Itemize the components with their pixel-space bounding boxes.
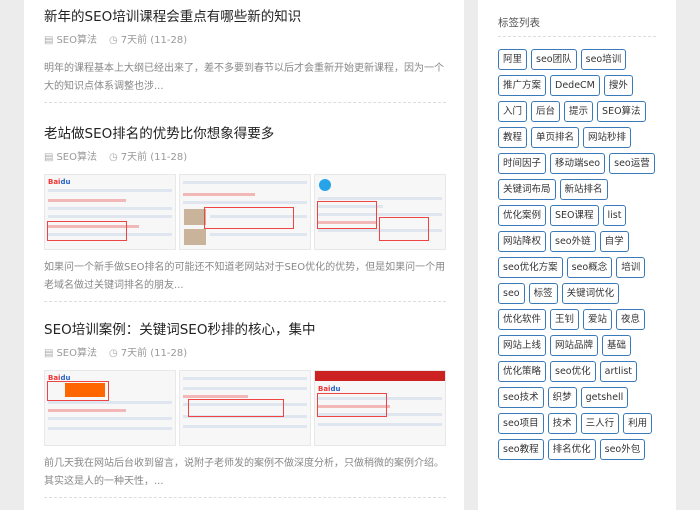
sidebar: 标签列表 阿里 seo团队 seo培训 推广方案 DedeCM 搜外 入门 后台 提示 SEO算法… [478, 0, 676, 510]
tag-link[interactable]: 标签 [528, 283, 558, 304]
tag-link[interactable]: seo [498, 283, 525, 304]
tag-link[interactable]: 新站排名 [559, 179, 608, 200]
divider [44, 301, 446, 302]
folder-icon: ▤ [44, 152, 54, 163]
tag-link[interactable]: 利用 [623, 413, 653, 434]
post-meta: ▤ SEO算法 ◷ 7天前 (11-28) [44, 35, 446, 47]
tag-link[interactable]: 优化案例 [498, 205, 547, 226]
tag-link[interactable]: DedeCM [550, 75, 600, 96]
tag-link[interactable]: 技术 [547, 413, 577, 434]
post-title[interactable]: SEO培训案例：关键词SEO秒排的核心，集中 [44, 321, 446, 339]
divider [44, 497, 446, 498]
thumbnail-image[interactable] [179, 174, 311, 250]
post-excerpt: 明年的课程基本上大纲已经出来了，差不多要到春节以后才会重新开始更新课程，因为一个… [44, 63, 444, 92]
clock-icon: ◷ [109, 348, 118, 359]
tag-link[interactable]: 培训 [616, 257, 646, 278]
thumbnail-image[interactable] [179, 370, 311, 446]
tag-link[interactable]: 三人行 [580, 413, 620, 434]
clock-icon: ◷ [109, 152, 118, 163]
tag-link[interactable]: seo教程 [498, 439, 544, 460]
thumbnail-image[interactable]: Baidu [44, 370, 176, 446]
post-thumbnails: Baidu [44, 174, 446, 250]
tag-link[interactable]: seo运营 [609, 153, 655, 174]
tag-link[interactable]: seo概念 [566, 257, 613, 278]
divider [44, 102, 446, 103]
tag-link[interactable]: 搜外 [603, 75, 633, 96]
tag-link[interactable]: getshell [580, 387, 629, 408]
tag-link[interactable]: seo优化 [550, 361, 596, 382]
tag-link[interactable]: seo团队 [531, 49, 577, 70]
post-category[interactable]: SEO算法 [56, 152, 97, 164]
tag-link[interactable]: SEO课程 [550, 205, 599, 226]
tag-link[interactable]: 网站品牌 [550, 335, 599, 356]
thumbnail-image[interactable]: Baidu [44, 174, 176, 250]
tag-link[interactable]: 优化策略 [498, 361, 547, 382]
post-excerpt: 如果问一个新手做SEO排名的可能还不知道老网站对于SEO优化的优势，但是如果问一… [44, 262, 446, 291]
tag-list-title: 标签列表 [498, 17, 540, 29]
tag-link[interactable]: 后台 [531, 101, 561, 122]
post-title[interactable]: 老站做SEO排名的优势比你想象得要多 [44, 125, 446, 143]
tag-link[interactable]: 关键词布局 [498, 179, 556, 200]
clock-icon: ◷ [109, 35, 118, 46]
tag-link[interactable]: 排名优化 [547, 439, 596, 460]
tag-link[interactable]: 阿里 [498, 49, 528, 70]
tag-link[interactable]: 优化软件 [498, 309, 547, 330]
tag-link[interactable]: 移动端seo [550, 153, 606, 174]
tag-link[interactable]: list [602, 205, 627, 226]
divider [498, 36, 656, 37]
post-time: 7天前 (11-28) [120, 35, 188, 46]
tag-link[interactable]: 基础 [602, 335, 632, 356]
tag-link[interactable]: 夜息 [616, 309, 646, 330]
tag-link[interactable]: seo外链 [550, 231, 596, 252]
tag-link[interactable]: 网站秒排 [583, 127, 632, 148]
post-thumbnails: Baidu Baidu [44, 370, 446, 446]
tag-link[interactable]: SEO算法 [597, 101, 646, 122]
tag-link[interactable]: 时间因子 [498, 153, 547, 174]
post-item: 新年的SEO培训课程会重点有哪些新的知识 ▤ SEO算法 ◷ 7天前 (11-2… [44, 8, 446, 96]
tag-link[interactable]: 教程 [498, 127, 528, 148]
post-meta: ▤ SEO算法 ◷ 7天前 (11-28) [44, 152, 446, 164]
tag-cloud: 阿里 seo团队 seo培训 推广方案 DedeCM 搜外 入门 后台 提示 SEO算法 教程 单页排… [498, 49, 658, 460]
tag-link[interactable]: 自学 [599, 231, 629, 252]
tag-link[interactable]: seo项目 [498, 413, 544, 434]
post-excerpt: 前几天我在网站后台收到留言，说附子老师发的案例不做深度分析，只做稍微的案例介绍。… [44, 458, 444, 487]
tag-link[interactable]: 单页排名 [531, 127, 580, 148]
tag-link[interactable]: 网站降权 [498, 231, 547, 252]
thumbnail-image[interactable] [314, 174, 446, 250]
thumbnail-image[interactable]: Baidu [314, 370, 446, 446]
tag-link[interactable]: seo培训 [580, 49, 627, 70]
post-time: 7天前 (11-28) [120, 152, 188, 163]
tag-link[interactable]: seo优化方案 [498, 257, 563, 278]
post-item: 老站做SEO排名的优势比你想象得要多 ▤ SEO算法 ◷ 7天前 (11-28)… [44, 125, 446, 295]
tag-link[interactable]: 王钊 [550, 309, 580, 330]
tag-link[interactable]: 提示 [564, 101, 594, 122]
folder-icon: ▤ [44, 35, 54, 46]
tag-link[interactable]: 织梦 [547, 387, 577, 408]
tag-link[interactable]: 推广方案 [498, 75, 547, 96]
post-category[interactable]: SEO算法 [56, 348, 97, 360]
folder-icon: ▤ [44, 348, 54, 359]
main-content: 新年的SEO培训课程会重点有哪些新的知识 ▤ SEO算法 ◷ 7天前 (11-2… [24, 0, 464, 510]
tag-link[interactable]: 入门 [498, 101, 528, 122]
tag-link[interactable]: 爱站 [583, 309, 613, 330]
post-time: 7天前 (11-28) [120, 348, 188, 359]
post-meta: ▤ SEO算法 ◷ 7天前 (11-28) [44, 348, 446, 360]
post-category[interactable]: SEO算法 [56, 35, 97, 47]
tag-link[interactable]: 关键词优化 [561, 283, 620, 304]
post-title[interactable]: 新年的SEO培训课程会重点有哪些新的知识 [44, 8, 446, 26]
tag-link[interactable]: seo外包 [599, 439, 646, 460]
tag-link[interactable]: artlist [599, 361, 638, 382]
tag-link[interactable]: seo技术 [498, 387, 544, 408]
tag-link[interactable]: 网站上线 [498, 335, 547, 356]
post-item: SEO培训案例：关键词SEO秒排的核心，集中 ▤ SEO算法 ◷ 7天前 (11… [44, 321, 446, 491]
